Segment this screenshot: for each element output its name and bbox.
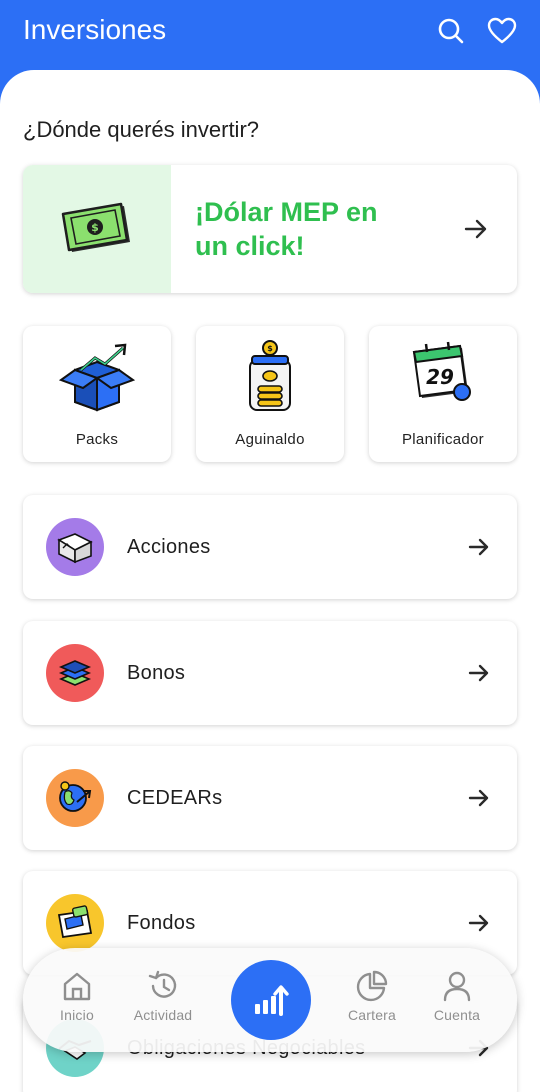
- row-cedears[interactable]: CEDEARs: [23, 746, 517, 850]
- user-icon: [443, 971, 471, 1002]
- nav-inicio[interactable]: Inicio: [37, 970, 117, 1023]
- bottom-navigation: Inicio Actividad Cartera Cuenta: [23, 948, 517, 1052]
- nav-cartera[interactable]: Cartera: [332, 970, 412, 1023]
- stack-icon: [46, 644, 104, 702]
- arrow-right-icon: [467, 535, 491, 564]
- row-bonos[interactable]: Bonos: [23, 621, 517, 725]
- tile-planificador[interactable]: 29 Planificador: [369, 326, 517, 462]
- nav-label: Cartera: [347, 1007, 397, 1023]
- row-acciones[interactable]: Acciones: [23, 495, 517, 599]
- globe-icon: [46, 769, 104, 827]
- tile-aguinaldo[interactable]: $ Aguinaldo: [196, 326, 344, 462]
- heart-icon[interactable]: [486, 15, 518, 47]
- history-icon: [148, 970, 177, 998]
- stocks-icon: [46, 518, 104, 576]
- section-question: ¿Dónde querés invertir?: [23, 117, 260, 142]
- row-label: CEDEARs: [127, 787, 223, 809]
- nav-label: Inicio: [60, 1007, 94, 1023]
- dolar-mep-card[interactable]: $ ¡Dólar MEP en un click!: [23, 165, 517, 293]
- pie-chart-icon: [356, 970, 388, 1002]
- arrow-right-icon: [467, 661, 491, 690]
- promo-text: ¡Dólar MEP en un click!: [195, 197, 378, 261]
- row-label: Bonos: [127, 662, 186, 684]
- calendar-icon: 29: [369, 340, 517, 420]
- nav-label: Cuenta: [433, 1007, 481, 1023]
- row-label: Acciones: [127, 536, 211, 558]
- arrow-right-icon: [467, 911, 491, 940]
- nav-invertir-button[interactable]: [231, 960, 311, 1040]
- invest-chart-icon: [255, 985, 289, 1016]
- box-growth-icon: [23, 340, 171, 420]
- home-icon: [63, 972, 91, 1001]
- tile-label: Planificador: [402, 431, 484, 448]
- folder-money-icon: [46, 894, 104, 952]
- svg-text:29: 29: [426, 365, 454, 389]
- coin-jar-icon: $: [196, 340, 344, 420]
- svg-text:$: $: [91, 221, 99, 234]
- arrow-right-icon: [467, 786, 491, 815]
- svg-text:$: $: [267, 344, 273, 353]
- tile-packs[interactable]: Packs: [23, 326, 171, 462]
- banknote-icon: $: [23, 165, 171, 293]
- nav-label: Actividad: [133, 1007, 193, 1023]
- nav-cuenta[interactable]: Cuenta: [417, 970, 497, 1023]
- search-icon[interactable]: [435, 15, 467, 47]
- tile-label: Aguinaldo: [235, 431, 305, 448]
- tile-label: Packs: [75, 431, 119, 448]
- nav-actividad[interactable]: Actividad: [123, 970, 203, 1023]
- arrow-right-icon: [463, 216, 489, 247]
- page-title: Inversiones: [23, 14, 167, 45]
- row-label: Fondos: [127, 912, 196, 934]
